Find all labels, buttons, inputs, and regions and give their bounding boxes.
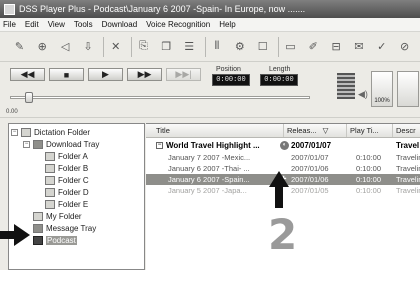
pointer-arrow-icon [0,224,30,246]
up-arrow-icon [269,171,289,208]
callout-overlay [0,171,289,246]
step-number: 2 [268,210,298,259]
